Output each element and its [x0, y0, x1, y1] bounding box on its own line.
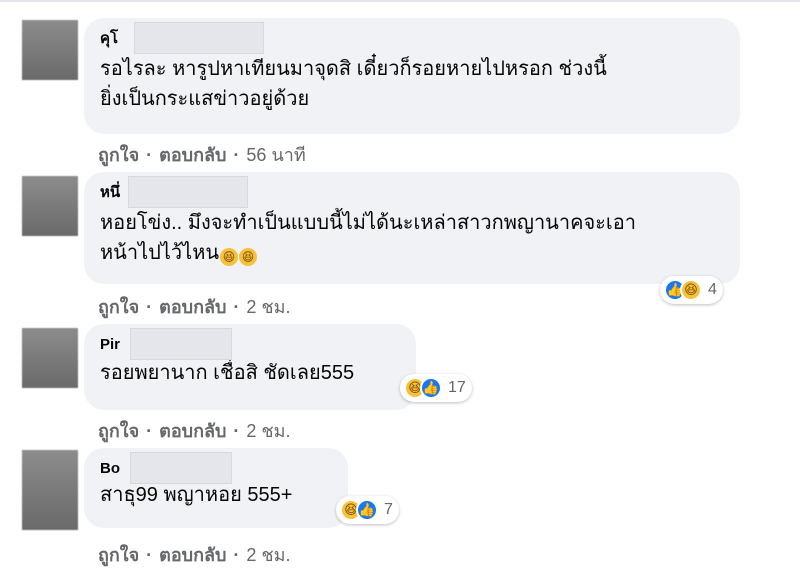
comment-text: สาธุ99 พญาหอย 555+	[100, 480, 330, 510]
reply-action[interactable]: ตอบกลับ	[159, 140, 226, 169]
comment-text-segment: หน้าไปไว้ไหน	[100, 242, 220, 264]
separator-dot: ·	[233, 145, 240, 165]
reaction-count: 7	[384, 501, 393, 518]
comment-time[interactable]: 2 ชม.	[246, 540, 290, 569]
separator-dot: ·	[233, 297, 240, 317]
comment-actions: ถูกใจ · ตอบกลับ · 2 ชม.	[98, 540, 291, 569]
commenter-name-text[interactable]: Pir	[100, 336, 120, 353]
grinning-squint-emoji: 😆	[239, 248, 258, 266]
separator-dot: ·	[146, 421, 153, 441]
comment-text: หอยโข่ง.. มึงจะทำเป็นแบบนี้ไม่ได้นะเหล่า…	[100, 208, 722, 268]
separator-dot: ·	[233, 545, 240, 565]
comment-bubble: Bo สาธุ99 พญาหอย 555+	[84, 448, 348, 528]
reply-action[interactable]: ตอบกลับ	[159, 416, 226, 445]
name-redaction	[128, 176, 248, 208]
reply-action[interactable]: ตอบกลับ	[159, 292, 226, 321]
name-redaction	[130, 452, 232, 484]
avatar[interactable]	[22, 328, 78, 388]
commenter-name[interactable]: Bo	[100, 452, 330, 484]
comment-text-line: หอยโข่ง.. มึงจะทำเป็นแบบนี้ไม่ได้นะเหล่า…	[100, 212, 637, 234]
comment-time[interactable]: 2 ชม.	[246, 292, 290, 321]
avatar[interactable]	[22, 20, 78, 80]
commenter-name[interactable]: คุโ	[100, 22, 722, 54]
name-redaction	[134, 22, 264, 54]
commenter-name[interactable]: Pir	[100, 328, 398, 360]
avatar[interactable]	[22, 176, 78, 236]
name-redaction	[130, 328, 232, 360]
like-action[interactable]: ถูกใจ	[98, 292, 139, 321]
like-action[interactable]: ถูกใจ	[98, 540, 139, 569]
comment-text: รอไรละ หารูปหาเทียนมาจุดสิ เดี๋ยวก็รอยหา…	[100, 54, 722, 114]
like-reaction-icon: 👍	[420, 377, 442, 399]
avatar[interactable]	[22, 450, 78, 530]
comment-actions: ถูกใจ · ตอบกลับ · 2 ชม.	[98, 416, 291, 445]
separator-dot: ·	[146, 145, 153, 165]
haha-reaction-icon: 😆	[680, 279, 702, 301]
comment-actions: ถูกใจ · ตอบกลับ · 56 นาที	[98, 140, 306, 169]
comment-time[interactable]: 56 นาที	[246, 140, 305, 169]
comment-bubble: หนึ่ หอยโข่ง.. มึงจะทำเป็นแบบนี้ไม่ได้นะ…	[84, 172, 740, 284]
comment-bubble: Pir รอยพยานาก เชื่อสิ ชัดเลย555	[84, 324, 416, 410]
like-action[interactable]: ถูกใจ	[98, 140, 139, 169]
reply-action[interactable]: ตอบกลับ	[159, 540, 226, 569]
comment-text: รอยพยานาก เชื่อสิ ชัดเลย555	[100, 358, 398, 388]
separator-dot: ·	[146, 297, 153, 317]
like-reaction-icon: 👍	[356, 499, 378, 521]
comment-time[interactable]: 2 ชม.	[246, 416, 290, 445]
separator-dot: ·	[146, 545, 153, 565]
reaction-summary[interactable]: 👍 😆 4	[660, 276, 723, 304]
commenter-name[interactable]: หนึ่	[100, 176, 722, 208]
top-divider	[0, 0, 800, 2]
comment-actions: ถูกใจ · ตอบกลับ · 2 ชม.	[98, 292, 291, 321]
comment-text-line: ยิ่งเป็นกระแสข่าวอยู่ด้วย	[100, 88, 310, 110]
comment-text-line: สาธุ99 พญาหอย 555+	[100, 484, 293, 506]
comment-text-line: รอยพยานาก เชื่อสิ ชัดเลย555	[100, 362, 355, 384]
comment-text-line: รอไรละ หารูปหาเทียนมาจุดสิ เดี๋ยวก็รอยหา…	[100, 58, 607, 80]
commenter-name-text[interactable]: คุโ	[100, 30, 118, 47]
grinning-squint-emoji: 😆	[220, 248, 239, 266]
reaction-count: 17	[448, 379, 466, 396]
separator-dot: ·	[233, 421, 240, 441]
reaction-summary[interactable]: 😆 👍 7	[336, 496, 399, 524]
reaction-count: 4	[708, 281, 717, 298]
reaction-summary[interactable]: 😆 👍 17	[400, 374, 472, 402]
commenter-name-text[interactable]: Bo	[100, 460, 120, 477]
like-action[interactable]: ถูกใจ	[98, 416, 139, 445]
comment-bubble: คุโ รอไรละ หารูปหาเทียนมาจุดสิ เดี๋ยวก็ร…	[84, 18, 740, 134]
commenter-name-text[interactable]: หนึ่	[100, 184, 120, 201]
comment-text-line: หน้าไปไว้ไหน 😆 😆	[100, 238, 722, 268]
